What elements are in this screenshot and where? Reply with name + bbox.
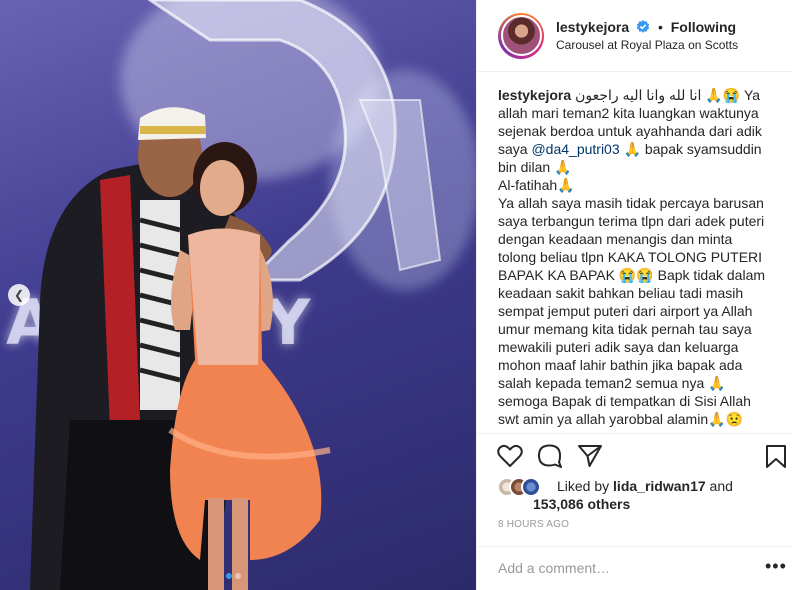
caption-line: semoga Bapak di tempatkan di Sisi Allah (498, 393, 751, 409)
heart-icon[interactable] (497, 444, 523, 468)
caption-text: 🙏 bapak syamsuddin (619, 141, 762, 157)
comment-input[interactable] (498, 557, 738, 579)
caption-line: mohon maaf lahir bathin jika bapak ada (498, 357, 743, 373)
bookmark-icon[interactable] (765, 444, 787, 470)
woman-dress-bodice (188, 228, 260, 365)
photo-scene (30, 0, 442, 590)
caption-username[interactable]: lestykejora (498, 87, 571, 103)
caption-line: keadaan sakit bahkan beliau tadi masih (498, 285, 744, 301)
caption-text: انا لله وانا اليه راجعون 🙏😭 Ya (571, 87, 761, 103)
likes-section: Liked by lida_ridwan17 and 153,086 other… (497, 475, 777, 515)
caption-line: allah mari teman2 kita luangkan waktunya (498, 105, 759, 121)
likes-count-line: 153,086 others (533, 495, 630, 513)
caption-line: umur memang kita tidak pernah tau saya (498, 321, 752, 337)
share-icon[interactable] (577, 444, 603, 468)
carousel-dot-1 (226, 573, 232, 579)
header-top-line: lestykejora • Following (556, 18, 738, 36)
likes-connector: and (705, 478, 733, 494)
liker-avatars[interactable] (497, 477, 549, 497)
caption-line: sejenak berdoa untuk ayahhanda dari adik (498, 123, 762, 139)
caption-line: tolong beliau tlpn KAKA TOLONG PUTERI (498, 249, 763, 265)
header-text: lestykejora • Following Carousel at Roya… (556, 18, 738, 54)
carousel-dot-2 (235, 573, 241, 579)
caption-line: sempat jemput puteri dari airport ya All… (498, 303, 753, 319)
likes-prefix: Liked by (557, 478, 614, 494)
caption-line: Al-fatihah🙏 (498, 177, 575, 193)
chevron-left-icon: ❮ (13, 288, 25, 302)
caption-line: BAPAK KA BAPAK 😭😭 Bapk tidak dalam (498, 267, 766, 283)
caption-divider (477, 433, 792, 434)
comment-icon[interactable] (537, 444, 563, 468)
header-username[interactable]: lestykejora (556, 19, 629, 35)
caption-line: saya terbangun terima tlpn dari adek put… (498, 213, 765, 229)
more-options-icon[interactable]: ••• (765, 556, 787, 577)
post-timestamp[interactable]: 8 HOURS AGO (498, 519, 569, 530)
location-link[interactable]: Carousel at Royal Plaza on Scotts (556, 36, 738, 54)
caption-line: swt amin ya allah yarobbal alamin🙏😟 (498, 411, 743, 427)
post-header: lestykejora • Following Carousel at Roya… (477, 0, 792, 72)
likes-count-link[interactable]: 153,086 others (533, 496, 630, 512)
caption-line: bin dilan 🙏 (498, 159, 572, 175)
man-hat-band (140, 126, 206, 134)
caption-mention-link[interactable]: @da4_putri03 (531, 141, 619, 157)
liker-username-link[interactable]: lida_ridwan17 (613, 478, 706, 494)
caption-line: salah kepada teman2 semua nya 🙏 (498, 375, 726, 391)
woman-face (200, 160, 244, 216)
avatar[interactable] (500, 15, 542, 56)
post-caption: lestykejora انا لله وانا اليه راجعون 🙏😭 … (498, 86, 773, 428)
post-side-panel: lestykejora • Following Carousel at Roya… (476, 0, 792, 590)
woman-leg (208, 498, 224, 590)
carousel-prev-button[interactable]: ❮ (8, 284, 30, 306)
carousel-indicator (226, 573, 241, 579)
verified-badge-icon (636, 19, 650, 33)
post-photo[interactable]: ADEMY ❮ (0, 0, 476, 590)
caption-text: saya (498, 141, 532, 157)
header-separator: • (657, 18, 663, 35)
likes-text: Liked by lida_ridwan17 and (557, 477, 733, 495)
caption-line: mewakili puteri adik saya dan keluarga (498, 339, 739, 355)
post-actions (497, 440, 786, 472)
caption-line: saya @da4_putri03 🙏 bapak syamsuddin (498, 140, 773, 158)
man-hat (138, 107, 206, 140)
caption-line: dengan keadaan menangis dan minta (498, 231, 733, 247)
caption-line: lestykejora انا لله وانا اليه راجعون 🙏😭 … (498, 86, 773, 104)
liker-avatar (521, 477, 541, 497)
follow-button[interactable]: Following (671, 19, 736, 35)
avatar-story-ring[interactable] (498, 12, 544, 59)
comment-box: ••• (477, 546, 792, 590)
caption-line: Ya allah saya masih tidak percaya barusa… (498, 195, 764, 211)
